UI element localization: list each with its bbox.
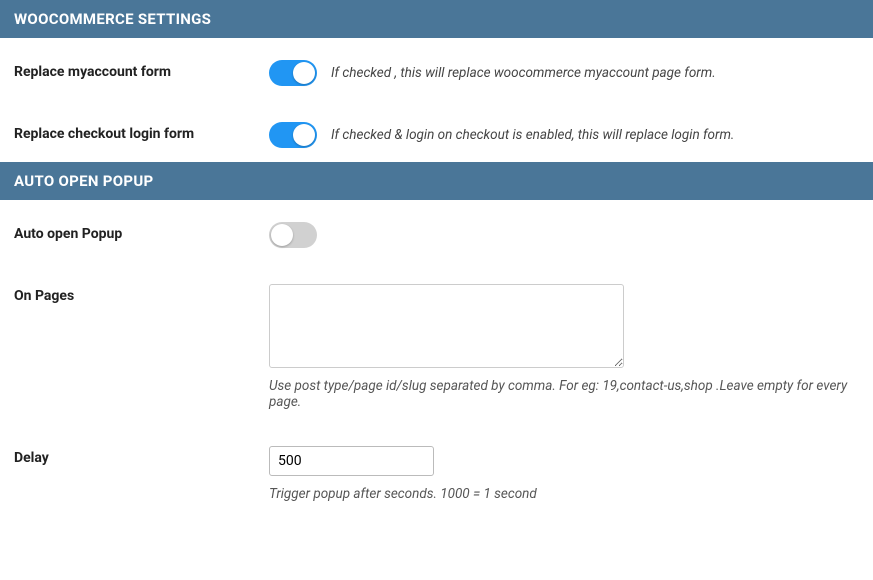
section-header-autopopup: AUTO OPEN POPUP [0, 162, 873, 200]
toggle-replace-myaccount[interactable] [269, 60, 317, 86]
row-delay: Delay Trigger popup after seconds. 1000 … [0, 424, 873, 516]
help-on-pages: Use post type/page id/slug separated by … [269, 378, 859, 410]
label-delay: Delay [14, 446, 269, 466]
toggle-auto-open[interactable] [269, 222, 317, 248]
input-delay[interactable] [269, 446, 434, 476]
help-delay: Trigger popup after seconds. 1000 = 1 se… [269, 486, 859, 502]
label-auto-open: Auto open Popup [14, 222, 269, 242]
textarea-on-pages[interactable] [269, 284, 624, 368]
row-replace-checkout: Replace checkout login form If checked &… [0, 100, 873, 162]
label-replace-myaccount: Replace myaccount form [14, 60, 269, 80]
label-on-pages: On Pages [14, 284, 269, 304]
row-replace-myaccount: Replace myaccount form If checked , this… [0, 38, 873, 100]
label-replace-checkout: Replace checkout login form [14, 122, 269, 142]
desc-replace-checkout: If checked & login on checkout is enable… [331, 127, 734, 143]
toggle-replace-checkout[interactable] [269, 122, 317, 148]
row-auto-open: Auto open Popup [0, 200, 873, 262]
desc-replace-myaccount: If checked , this will replace woocommer… [331, 65, 716, 81]
section-header-woocommerce: WOOCOMMERCE SETTINGS [0, 0, 873, 38]
row-on-pages: On Pages Use post type/page id/slug sepa… [0, 262, 873, 424]
